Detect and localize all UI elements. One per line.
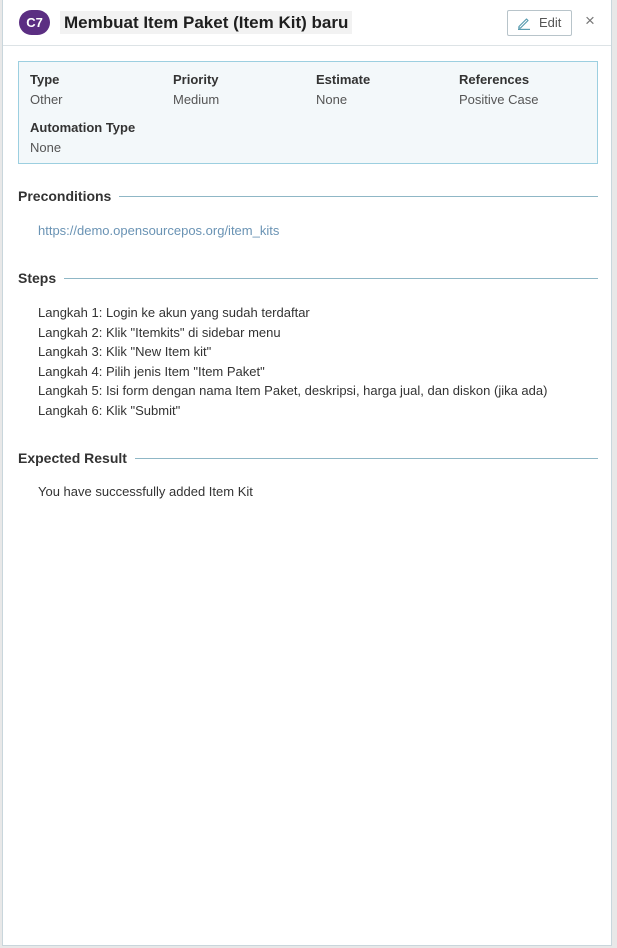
property-type: Type Other: [30, 71, 63, 109]
property-label: Automation Type: [30, 120, 136, 135]
property-value: Positive Case: [459, 92, 539, 107]
property-label: Type: [30, 72, 60, 87]
property-value: None: [30, 140, 62, 155]
property-references: References Positive Case: [459, 71, 538, 109]
list-item: Langkah 6: Klik "Submit": [38, 402, 181, 418]
section-divider: [18, 278, 598, 279]
list-item: Langkah 1: Login ke akun yang sudah terd…: [38, 305, 310, 320]
panel-header: C7 Membuat Item Paket (Item Kit) baru Ed…: [3, 0, 611, 46]
list-item: Langkah 2: Klik "Itemkits" di sidebar me…: [38, 324, 281, 340]
property-value: None: [316, 92, 348, 107]
close-icon[interactable]: ×: [582, 11, 598, 31]
steps-section-header: Steps: [18, 269, 598, 287]
section-heading: Preconditions: [18, 187, 120, 205]
property-label: References: [459, 72, 530, 87]
property-value: Medium: [173, 92, 220, 107]
expected-result-section-header: Expected Result: [18, 449, 598, 467]
preconditions-section-header: Preconditions: [18, 187, 598, 205]
precondition-link[interactable]: https://demo.opensourcepos.org/item_kits: [38, 222, 279, 240]
section-heading: Expected Result: [18, 449, 135, 467]
property-automation-type: Automation Type None: [30, 119, 135, 157]
edit-button-label: Edit: [539, 15, 562, 30]
test-case-panel: C7 Membuat Item Paket (Item Kit) baru Ed…: [2, 0, 612, 946]
list-item: Langkah 5: Isi form dengan nama Item Pak…: [38, 383, 548, 399]
steps-list: Langkah 1: Login ke akun yang sudah terd…: [38, 303, 547, 421]
property-priority: Priority Medium: [173, 71, 219, 109]
list-item: Langkah 3: Klik "New Item kit": [38, 344, 212, 360]
property-label: Estimate: [316, 72, 371, 87]
pencil-icon: [518, 18, 530, 30]
section-heading: Steps: [18, 269, 65, 287]
edit-button[interactable]: Edit: [507, 10, 572, 36]
list-item: Langkah 4: Pilih jenis Item "Item Paket": [38, 363, 265, 379]
property-label: Priority: [173, 72, 219, 87]
case-id-badge: C7: [19, 10, 50, 35]
page-title: Membuat Item Paket (Item Kit) baru: [60, 11, 353, 34]
property-estimate: Estimate None: [316, 71, 370, 109]
expected-result-text: You have successfully added Item Kit: [38, 484, 253, 499]
properties-box: Type Other Priority Medium Estimate None…: [18, 61, 598, 164]
property-value: Other: [30, 92, 63, 107]
